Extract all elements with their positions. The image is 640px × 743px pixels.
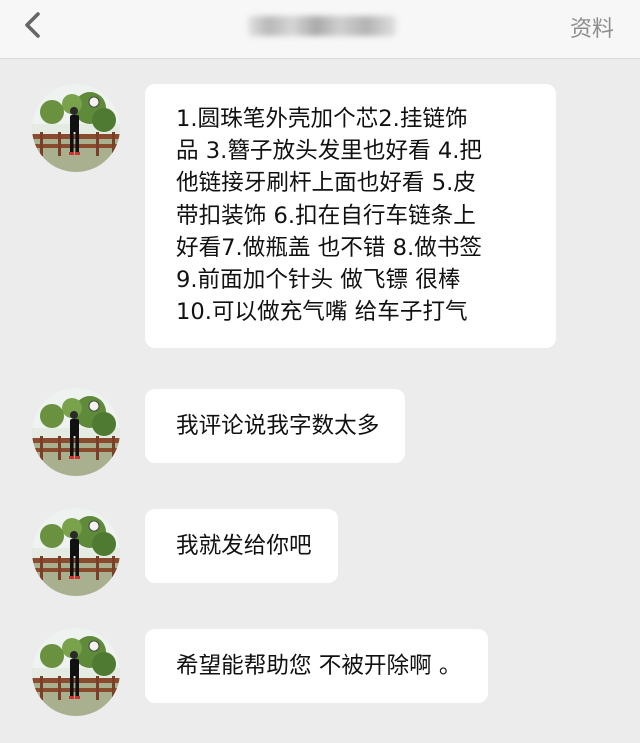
- message-bubble[interactable]: 希望能帮助您 不被开除啊 。: [145, 629, 488, 703]
- message-line: 他链接牙刷杆上面也好看 5.皮: [176, 170, 476, 197]
- nav-bar: 资料: [0, 0, 640, 59]
- avatar-photo-icon: [32, 628, 120, 716]
- message-text: 我评论说我字数太多: [176, 413, 380, 439]
- message-text: 我就发给你吧: [176, 533, 312, 559]
- back-button[interactable]: [16, 8, 56, 44]
- chat-screen: 资料 1.圆珠笔外壳加个芯2.挂链饰 品 3.簪子放头发里也好看 4.把 他链接…: [0, 0, 640, 743]
- message-line: 10.可以做充气嘴 给车子打气: [176, 299, 468, 326]
- message-line: 1.圆珠笔外壳加个芯2.挂链饰: [176, 106, 468, 132]
- message-bubble[interactable]: 1.圆珠笔外壳加个芯2.挂链饰 品 3.簪子放头发里也好看 4.把 他链接牙刷杆…: [145, 84, 556, 349]
- message-line: 9.前面加个针头 做飞镖 很棒: [176, 267, 461, 294]
- profile-button[interactable]: 资料: [570, 11, 614, 43]
- message-bubble[interactable]: 我就发给你吧: [145, 509, 338, 583]
- contact-avatar[interactable]: [32, 388, 120, 476]
- contact-avatar[interactable]: [32, 84, 120, 172]
- avatar-photo-icon: [32, 388, 120, 476]
- avatar-photo-icon: [32, 508, 120, 596]
- contact-name-redacted: [248, 16, 396, 36]
- chevron-left-icon: [25, 12, 40, 38]
- message-line: 好看7.做瓶盖 也不错 8.做书签: [176, 234, 483, 261]
- message-line: 带扣装饰 6.扣在自行车链条上: [176, 202, 476, 229]
- avatar-photo-icon: [32, 84, 120, 172]
- contact-avatar[interactable]: [32, 508, 120, 596]
- message-text: 希望能帮助您 不被开除啊 。: [176, 653, 462, 679]
- message-line: 品 3.簪子放头发里也好看 4.把: [176, 138, 483, 165]
- message-bubble[interactable]: 我评论说我字数太多: [145, 389, 406, 463]
- contact-avatar[interactable]: [32, 628, 120, 716]
